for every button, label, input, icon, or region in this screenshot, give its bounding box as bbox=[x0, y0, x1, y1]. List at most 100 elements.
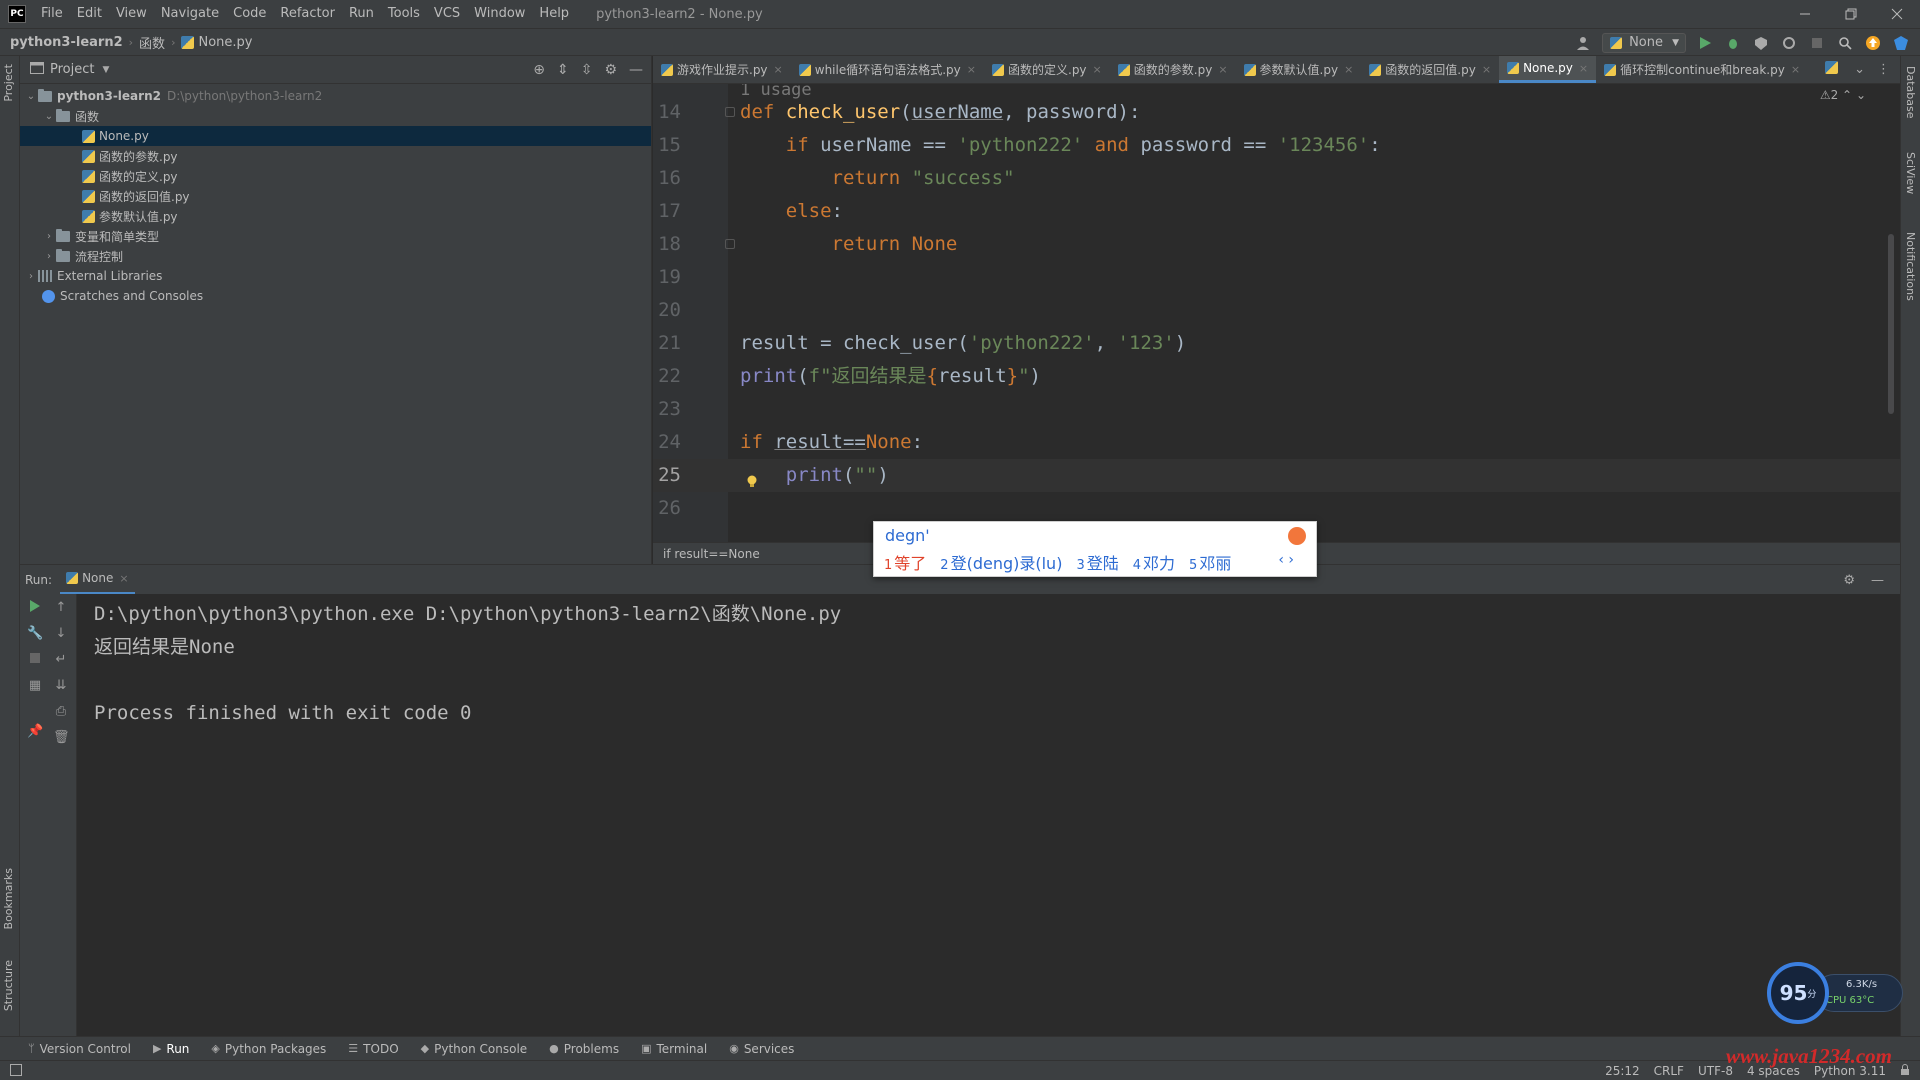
ime-candidate[interactable]: 4 邓力 bbox=[1133, 550, 1175, 574]
wrench-icon[interactable]: 🔧 bbox=[27, 626, 43, 642]
tree-item-external-libraries[interactable]: › External Libraries bbox=[20, 266, 651, 286]
menu-file[interactable]: File bbox=[34, 0, 70, 28]
ime-candidate[interactable]: 5 邓丽 bbox=[1189, 550, 1231, 574]
menu-window[interactable]: Window bbox=[467, 0, 532, 28]
ime-logo-icon[interactable] bbox=[1288, 527, 1306, 545]
debug-button[interactable] bbox=[1724, 34, 1742, 52]
rerun-icon[interactable] bbox=[27, 600, 43, 616]
run-button[interactable] bbox=[1696, 34, 1714, 52]
close-tab-icon[interactable]: × bbox=[1218, 63, 1227, 76]
collapse-all-icon[interactable]: ⇳ bbox=[581, 62, 593, 78]
tree-item-folder[interactable]: › 变量和简单类型 bbox=[20, 226, 651, 246]
toggle-tool-windows-icon[interactable] bbox=[10, 1064, 22, 1080]
stop-icon[interactable] bbox=[27, 652, 43, 668]
scroll-to-end-icon[interactable]: ⇊ bbox=[53, 678, 69, 694]
menu-view[interactable]: View bbox=[109, 0, 154, 28]
editor-scrollbar[interactable] bbox=[1888, 234, 1894, 414]
services-button[interactable]: ◉ Services bbox=[729, 1042, 794, 1056]
editor-tab[interactable]: 函数的定义.py × bbox=[984, 56, 1110, 83]
problems-button[interactable]: ● Problems bbox=[549, 1042, 619, 1056]
ime-candidate[interactable]: 2 登(deng)录(lu) bbox=[940, 550, 1062, 574]
tree-item-folder[interactable]: ⌄ 函数 bbox=[20, 106, 651, 126]
menu-refactor[interactable]: Refactor bbox=[273, 0, 342, 28]
ime-candidate[interactable]: 1 等了 bbox=[884, 550, 926, 574]
breadcrumb-folder[interactable]: 函数 bbox=[139, 33, 165, 52]
menu-edit[interactable]: Edit bbox=[70, 0, 109, 28]
editor-tab[interactable]: 函数的参数.py × bbox=[1110, 56, 1236, 83]
python-file-icon[interactable] bbox=[1825, 61, 1842, 78]
run-tool-button[interactable]: ▶ Run bbox=[153, 1042, 189, 1056]
menu-navigate[interactable]: Navigate bbox=[154, 0, 226, 28]
line-separator[interactable]: CRLF bbox=[1654, 1064, 1684, 1078]
ime-page-arrows[interactable]: ‹ › bbox=[1278, 552, 1294, 568]
caret-position[interactable]: 25:12 bbox=[1605, 1064, 1640, 1078]
terminal-button[interactable]: ▣ Terminal bbox=[641, 1042, 707, 1056]
lock-icon[interactable] bbox=[1900, 1063, 1910, 1079]
close-tab-icon[interactable]: × bbox=[1791, 63, 1800, 76]
arrow-up-icon[interactable]: ↑ bbox=[53, 600, 69, 616]
print-icon[interactable]: ⎙ bbox=[53, 704, 69, 720]
system-monitor-widget[interactable]: 6.3K/s CPU 63°C 95 分 bbox=[1767, 962, 1905, 1024]
menu-tools[interactable]: Tools bbox=[381, 0, 427, 28]
expand-all-icon[interactable]: ⇕ bbox=[557, 62, 569, 78]
close-window-button[interactable] bbox=[1874, 0, 1920, 28]
update-button[interactable] bbox=[1864, 34, 1882, 52]
code-editor[interactable]: 1 usage ⚠2 ⌃ ⌄ 14 def check_user(userNam… bbox=[653, 84, 1900, 542]
bookmarks-tool-button[interactable]: Bookmarks bbox=[2, 868, 15, 929]
tree-item-file[interactable]: 函数的返回值.py bbox=[20, 186, 651, 206]
editor-tab-active[interactable]: None.py × bbox=[1499, 56, 1597, 83]
gear-icon[interactable]: ⚙ bbox=[604, 62, 617, 78]
python-console-button[interactable]: ◆ Python Console bbox=[421, 1042, 528, 1056]
gear-icon[interactable]: ⚙ bbox=[1843, 573, 1855, 588]
coverage-button[interactable] bbox=[1752, 34, 1770, 52]
close-tab-icon[interactable]: × bbox=[1344, 63, 1353, 76]
chevron-right-icon[interactable]: › bbox=[42, 231, 56, 242]
jetbrains-ai-button[interactable] bbox=[1892, 34, 1910, 52]
tree-item-file[interactable]: 函数的定义.py bbox=[20, 166, 651, 186]
more-icon[interactable]: ⋮ bbox=[1877, 62, 1890, 77]
project-tool-button[interactable]: Project bbox=[2, 64, 15, 102]
minimize-button[interactable] bbox=[1782, 0, 1828, 28]
run-tab[interactable]: None × bbox=[60, 565, 135, 595]
todo-button[interactable]: ☰ TODO bbox=[348, 1042, 398, 1056]
editor-tab[interactable]: 游戏作业提示.py × bbox=[653, 56, 791, 83]
sciview-tool-button[interactable]: SciView bbox=[1904, 152, 1917, 194]
close-tab-icon[interactable]: × bbox=[1093, 63, 1102, 76]
ime-candidate[interactable]: 3 登陆 bbox=[1076, 550, 1118, 574]
database-tool-button[interactable]: Database bbox=[1904, 66, 1917, 119]
close-tab-icon[interactable]: × bbox=[1482, 63, 1491, 76]
structure-tool-button[interactable]: Structure bbox=[2, 960, 15, 1011]
editor-tab[interactable]: while循环语句语法格式.py × bbox=[791, 56, 984, 83]
hide-panel-icon[interactable]: — bbox=[1871, 573, 1884, 588]
close-tab-icon[interactable]: × bbox=[119, 572, 128, 585]
hide-panel-icon[interactable]: — bbox=[629, 62, 643, 78]
chevron-down-icon[interactable]: ▼ bbox=[102, 65, 109, 75]
notifications-tool-button[interactable]: Notifications bbox=[1904, 232, 1917, 301]
stop-button[interactable] bbox=[1808, 34, 1826, 52]
python-packages-button[interactable]: ◈ Python Packages bbox=[211, 1042, 326, 1056]
tree-item-file-selected[interactable]: None.py bbox=[20, 126, 651, 146]
trash-icon[interactable]: 🗑 bbox=[53, 730, 70, 746]
profile-button[interactable] bbox=[1780, 34, 1798, 52]
menu-help[interactable]: Help bbox=[532, 0, 576, 28]
editor-tab[interactable]: 参数默认值.py × bbox=[1236, 56, 1362, 83]
chevron-right-icon[interactable]: › bbox=[24, 271, 38, 282]
chevron-right-icon[interactable]: › bbox=[42, 251, 56, 262]
run-configuration-selector[interactable]: None ▼ bbox=[1602, 33, 1686, 53]
tree-item-project-root[interactable]: ⌄ python3-learn2 D:\python\python3-learn… bbox=[20, 86, 651, 106]
menu-vcs[interactable]: VCS bbox=[427, 0, 467, 28]
menu-code[interactable]: Code bbox=[226, 0, 273, 28]
close-tab-icon[interactable]: × bbox=[774, 63, 783, 76]
tree-item-file[interactable]: 函数的参数.py bbox=[20, 146, 651, 166]
project-panel-title[interactable]: Project bbox=[50, 62, 94, 77]
chevron-down-icon[interactable]: ⌄ bbox=[24, 91, 38, 102]
soft-wrap-icon[interactable]: ↵ bbox=[53, 652, 69, 668]
optimization-score[interactable]: 95 分 bbox=[1767, 962, 1829, 1024]
tree-item-folder[interactable]: › 流程控制 bbox=[20, 246, 651, 266]
fold-marker-icon[interactable] bbox=[725, 107, 735, 117]
menu-run[interactable]: Run bbox=[342, 0, 381, 28]
arrow-down-icon[interactable]: ↓ bbox=[53, 626, 69, 642]
fold-marker-icon[interactable] bbox=[725, 239, 735, 249]
breadcrumb-project[interactable]: python3-learn2 bbox=[10, 35, 123, 50]
close-tab-icon[interactable]: × bbox=[967, 63, 976, 76]
